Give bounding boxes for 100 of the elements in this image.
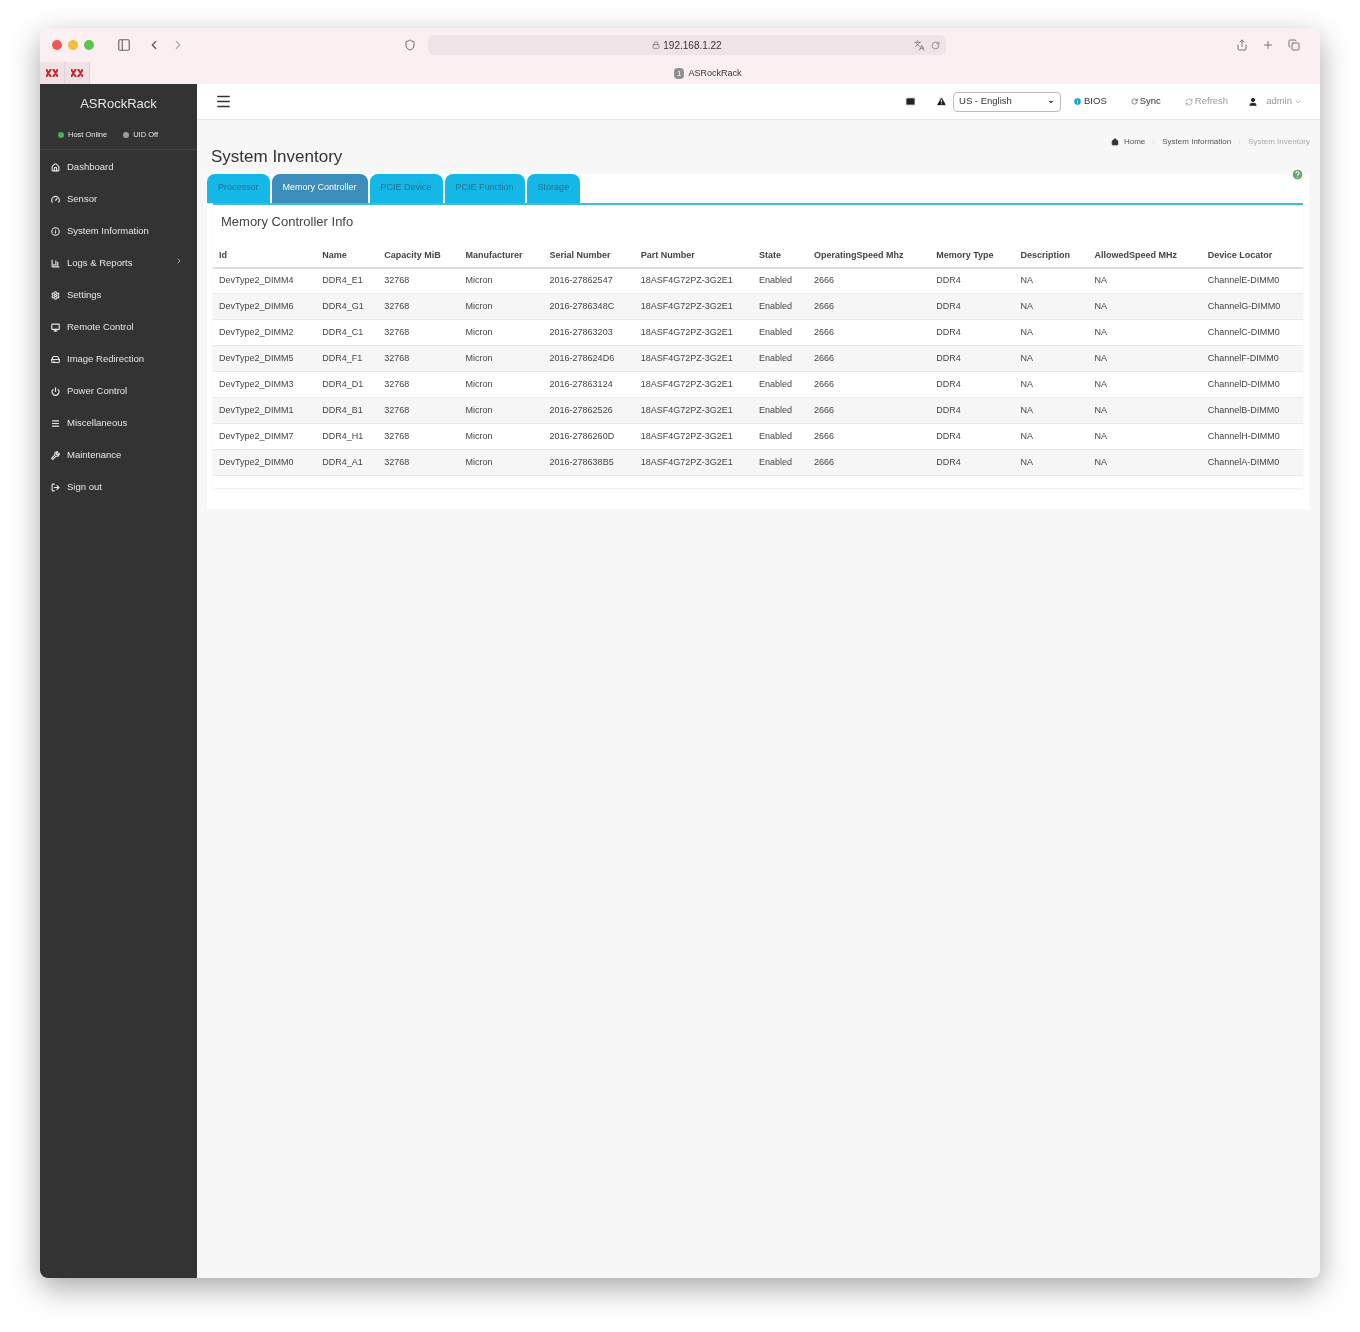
sidebar-item[interactable]: Dashboard (40, 151, 197, 183)
header-action-button[interactable]: BIOS (1073, 94, 1107, 109)
table-cell: NA (1088, 397, 1202, 424)
table-cell: NA (1088, 345, 1202, 372)
list-icon (51, 418, 60, 428)
pinned-site-icon (71, 69, 83, 77)
share-icon[interactable] (1236, 39, 1248, 51)
info-icon (51, 226, 60, 236)
tab-overview-icon[interactable] (1288, 39, 1300, 51)
table-cell: 32768 (378, 345, 460, 372)
table-cell: NA (1014, 397, 1089, 424)
table-cell: Enabled (752, 371, 809, 398)
breadcrumb-link[interactable]: Home (1123, 136, 1146, 148)
table-cell: DevType2_DIMM3 (213, 371, 317, 398)
table-cell: ChannelF-DIMM0 (1201, 345, 1303, 372)
warning-icon[interactable] (936, 96, 948, 107)
table-cell: 2666 (808, 319, 931, 346)
sidebar-item[interactable]: Miscellaneous (40, 407, 197, 439)
table-cell: 2666 (808, 293, 931, 320)
table-cell: Micron (459, 397, 544, 424)
table-cell: Enabled (752, 319, 809, 346)
table-cell: ChannelB-DIMM0 (1201, 397, 1303, 424)
sidebar-item[interactable]: Settings (40, 279, 197, 311)
column-header: Memory Type (930, 244, 1015, 268)
table-cell: NA (1088, 267, 1202, 294)
translate-icon[interactable] (914, 39, 925, 51)
table-cell: Enabled (752, 293, 809, 320)
sidebar-toggle-icon[interactable] (117, 38, 131, 52)
table-cell: 2016-27863203 (543, 319, 635, 346)
table-cell: NA (1014, 345, 1089, 372)
table-cell: 32768 (378, 449, 460, 476)
table-cell: Micron (459, 345, 544, 372)
table-cell: NA (1088, 371, 1202, 398)
sidebar-item[interactable]: Image Redirection (40, 343, 197, 375)
column-header: Description (1014, 244, 1089, 268)
breadcrumb-link[interactable]: System Information (1162, 136, 1232, 148)
table-cell: 2016-27862526 (543, 397, 635, 424)
table-cell: 2666 (808, 397, 931, 424)
table-cell: Enabled (752, 345, 809, 372)
table-cell: NA (1014, 319, 1089, 346)
table-cell: Micron (459, 319, 544, 346)
sidebar-item[interactable]: Power Control (40, 375, 197, 407)
table-cell: DevType2_DIMM5 (213, 345, 317, 372)
table-cell: 2016-2786260D (543, 423, 635, 450)
table-cell: Enabled (752, 267, 809, 294)
table-cell: DDR4_B1 (316, 397, 379, 424)
new-tab-icon[interactable] (1262, 39, 1274, 51)
table-cell: NA (1014, 423, 1089, 450)
table-cell: DDR4_C1 (316, 319, 379, 346)
table-cell: 32768 (378, 267, 460, 294)
table-cell: 2016-278624D6 (543, 345, 635, 372)
table-cell: DDR4 (930, 423, 1015, 450)
table-cell: 32768 (378, 371, 460, 398)
monitor-icon (51, 322, 60, 332)
column-header: State (752, 244, 809, 268)
tab[interactable]: Memory Controller (271, 173, 368, 203)
table-cell: DDR4 (930, 345, 1015, 372)
table-cell: 2016-278638B5 (543, 449, 635, 476)
shield-icon[interactable] (404, 39, 416, 51)
reload-icon[interactable] (931, 40, 940, 50)
brand-title[interactable]: ASRockRack (40, 84, 197, 120)
table-cell: NA (1088, 449, 1202, 476)
pinned-site-icon (46, 69, 58, 77)
power-icon (51, 386, 60, 396)
table-cell: 18ASF4G72PZ-3G2E1 (634, 267, 753, 294)
table-cell: NA (1088, 293, 1202, 320)
table-cell: 18ASF4G72PZ-3G2E1 (634, 345, 753, 372)
pinned-tab[interactable] (65, 62, 90, 84)
sidebar-item[interactable]: Maintenance (40, 439, 197, 471)
table-cell: 18ASF4G72PZ-3G2E1 (634, 293, 753, 320)
table-cell: 2666 (808, 345, 931, 372)
home-icon (51, 162, 60, 172)
table-cell: DevType2_DIMM1 (213, 397, 317, 424)
bar-chart-icon (51, 258, 60, 268)
help-icon[interactable] (1291, 167, 1304, 181)
table-cell: Micron (459, 449, 544, 476)
table-cell: DDR4_A1 (316, 449, 379, 476)
gauge-icon (51, 194, 60, 204)
page-title: System Inventory (211, 146, 343, 168)
sync-icon (1130, 98, 1138, 105)
sidebar-item[interactable]: Logs & Reports (40, 247, 197, 279)
menu-icon[interactable] (215, 93, 232, 110)
sign-out-icon (51, 482, 60, 492)
column-header: Name (316, 244, 379, 268)
column-header: Capacity MiB (378, 244, 460, 268)
table-cell: ChannelD-DIMM0 (1201, 371, 1303, 398)
header-action-button[interactable]: Sync (1130, 94, 1161, 109)
table-cell: 18ASF4G72PZ-3G2E1 (634, 319, 753, 346)
pinned-tab[interactable] (40, 62, 65, 84)
table-cell: 2016-2786348C (543, 293, 635, 320)
address-bar[interactable]: 192.168.1.22 (428, 35, 946, 55)
sidebar-item[interactable]: Remote Control (40, 311, 197, 343)
language-select[interactable]: US - English (953, 91, 1062, 112)
tab-title[interactable]: ASRockRack (688, 67, 742, 81)
table-cell: DevType2_DIMM4 (213, 267, 317, 294)
sidebar-item[interactable]: Sign out (40, 471, 197, 503)
table-cell: Micron (459, 423, 544, 450)
sidebar-item[interactable]: Sensor (40, 183, 197, 215)
table-cell: NA (1088, 423, 1202, 450)
sidebar-item[interactable]: System Information (40, 215, 197, 247)
